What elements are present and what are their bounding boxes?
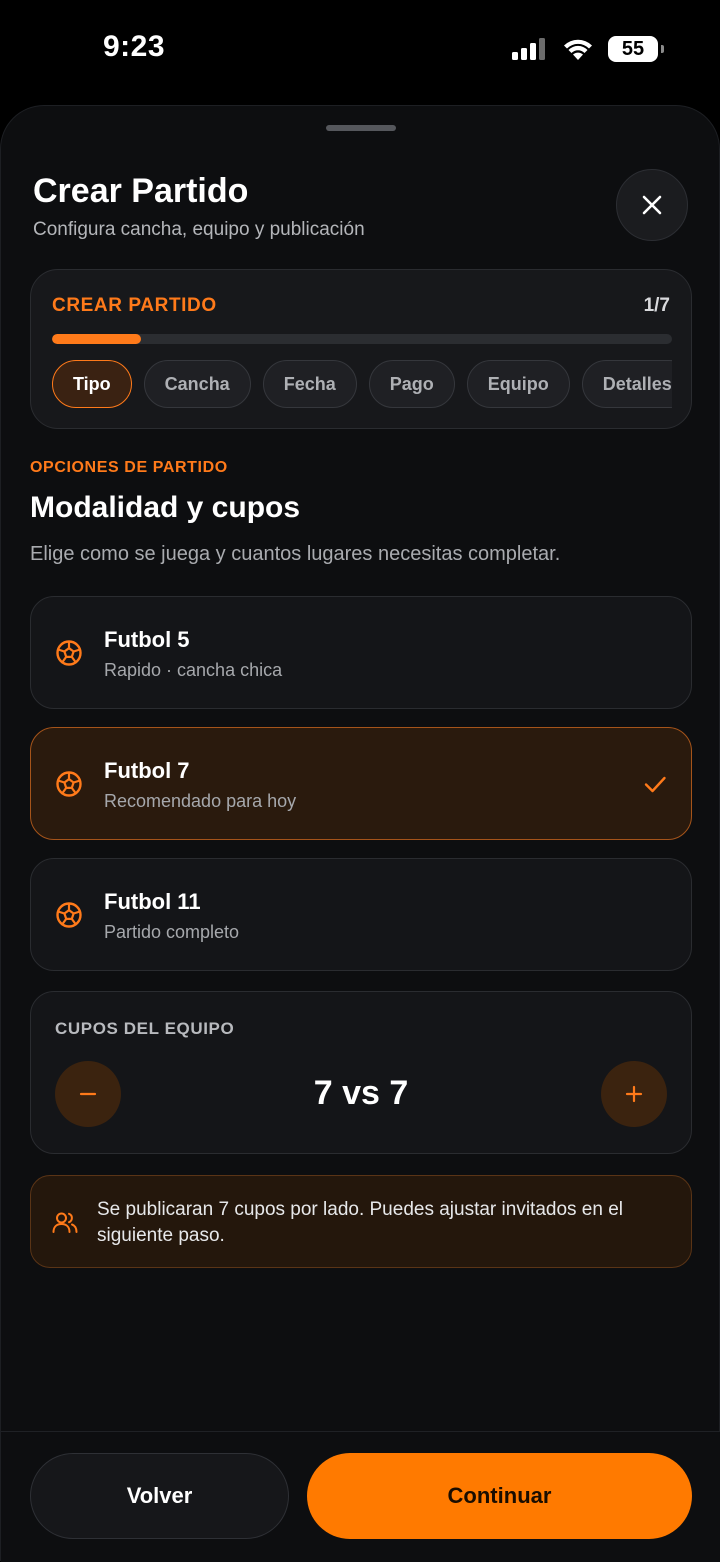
option-subtitle: Partido completo: [104, 922, 240, 942]
wifi-icon: [564, 39, 592, 60]
section-title: Modalidad y cupos: [30, 491, 301, 524]
sheet-title: Crear Partido: [33, 172, 249, 210]
step-tab-cancha[interactable]: Cancha: [143, 360, 251, 408]
info-banner: Se publicaran 7 cupos por lado. Puedes a…: [30, 1175, 692, 1268]
create-match-sheet: Crear Partido Configura cancha, equipo y…: [0, 105, 720, 1562]
people-icon: [52, 1212, 78, 1233]
option-futbol-5[interactable]: Futbol 5 Rapido · cancha chica: [30, 596, 692, 709]
section-description: Elige como se juega y cuantos lugares ne…: [30, 543, 561, 565]
section-eyebrow: OPCIONES DE PARTIDO: [30, 459, 228, 476]
battery-indicator: 55: [608, 36, 664, 62]
soccer-ball-icon: [56, 771, 82, 797]
info-text: Se publicaran 7 cupos por lado. Puedes a…: [97, 1199, 624, 1246]
cellular-signal-icon: [512, 38, 545, 60]
option-futbol-7[interactable]: Futbol 7 Recomendado para hoy: [30, 727, 692, 840]
soccer-ball-icon: [56, 640, 82, 666]
option-subtitle: Recomendado para hoy: [104, 791, 297, 811]
status-bar: 9:23 55: [0, 0, 720, 100]
sheet-grabber[interactable]: [326, 125, 396, 131]
step-tabs: Tipo Cancha Fecha Pago Equipo Detalles: [52, 360, 672, 408]
battery-level: 55: [621, 37, 645, 60]
progress-card: CREAR PARTIDO 1/7 Tipo Cancha Fecha Pago…: [30, 269, 692, 429]
option-title: Futbol 11: [104, 889, 201, 914]
increment-button[interactable]: [601, 1061, 667, 1127]
team-quota-card: CUPOS DEL EQUIPO 7 vs 7: [30, 991, 692, 1154]
option-title: Futbol 7: [104, 758, 190, 783]
quota-label: CUPOS DEL EQUIPO: [55, 1019, 235, 1038]
option-title: Futbol 5: [104, 627, 190, 652]
status-icons: 55: [512, 34, 664, 64]
bottom-action-bar: Volver Continuar: [1, 1431, 720, 1562]
option-subtitle: Rapido · cancha chica: [104, 660, 283, 680]
sheet-subtitle: Configura cancha, equipo y publicación: [33, 219, 365, 240]
close-button[interactable]: [616, 169, 688, 241]
close-icon: [642, 195, 662, 215]
progress-label: CREAR PARTIDO: [52, 295, 217, 316]
step-tab-tipo[interactable]: Tipo: [52, 360, 132, 408]
back-button[interactable]: Volver: [30, 1453, 289, 1539]
soccer-ball-icon: [56, 902, 82, 928]
progress-count: 1/7: [643, 295, 670, 316]
status-time: 9:23: [103, 30, 166, 63]
quota-value: 7 vs 7: [313, 1074, 409, 1112]
step-tab-pago[interactable]: Pago: [368, 360, 455, 408]
continue-button[interactable]: Continuar: [307, 1453, 692, 1539]
step-tab-equipo[interactable]: Equipo: [466, 360, 570, 408]
checkmark-icon: [644, 776, 666, 793]
option-futbol-11[interactable]: Futbol 11 Partido completo: [30, 858, 692, 971]
progress-bar-fill: [52, 334, 141, 344]
step-tab-fecha[interactable]: Fecha: [262, 360, 357, 408]
step-tab-detalles[interactable]: Detalles: [581, 360, 672, 408]
plus-icon: [625, 1085, 643, 1103]
progress-bar: [52, 334, 672, 344]
